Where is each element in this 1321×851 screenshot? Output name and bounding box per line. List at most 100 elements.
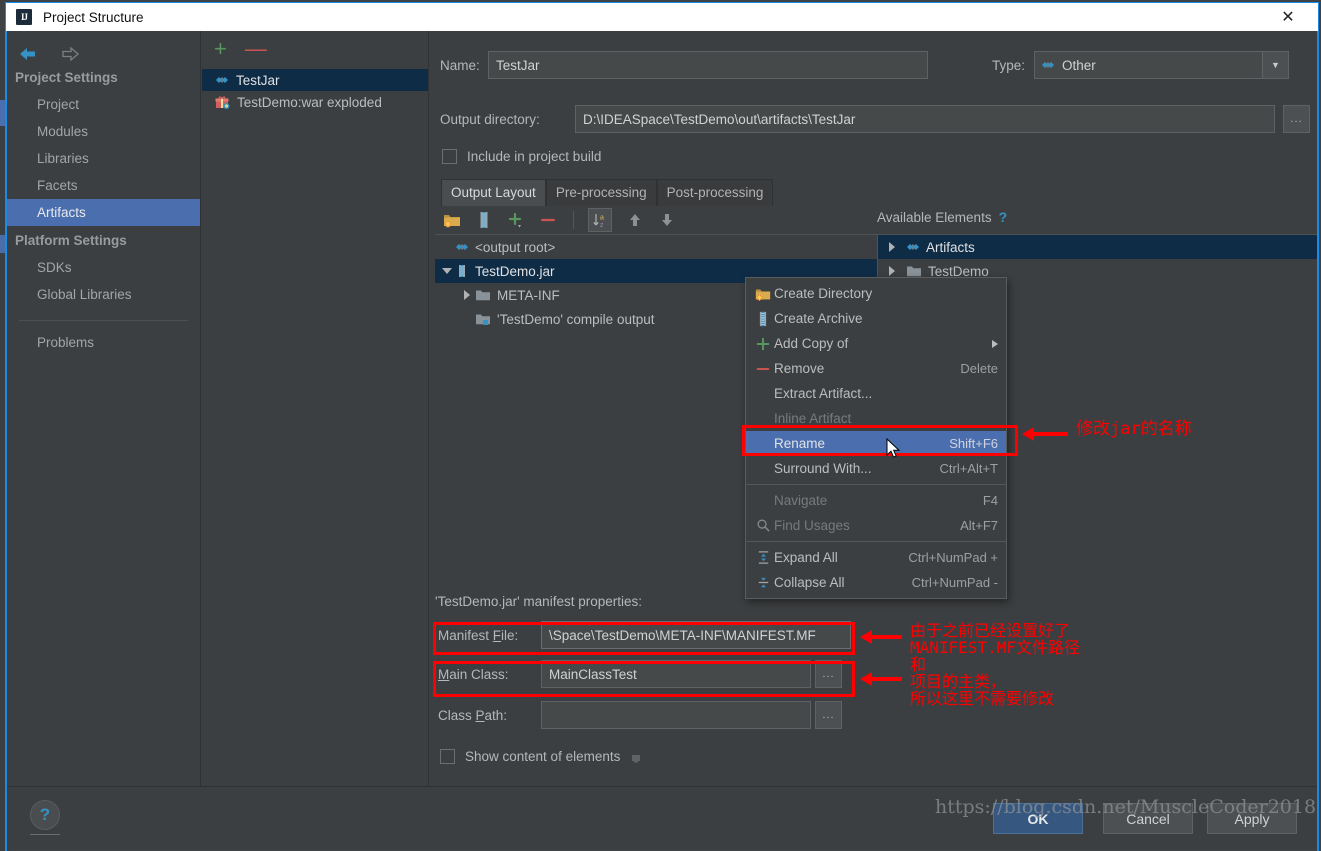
- sidebar-group-project-settings: Project Settings: [7, 63, 200, 91]
- sidebar-item-modules[interactable]: Modules: [7, 118, 200, 145]
- sort-az-icon[interactable]: a z: [588, 208, 612, 232]
- forward-arrow-icon[interactable]: [58, 45, 82, 63]
- sidebar-item-project[interactable]: Project: [7, 91, 200, 118]
- menu-item-label: Find Usages: [774, 518, 948, 533]
- available-elements-header: Available Elements ?: [877, 209, 1007, 225]
- menu-item-shortcut: Ctrl+Alt+T: [939, 461, 998, 476]
- type-select[interactable]: Other ▼: [1034, 51, 1289, 79]
- tab-output-layout[interactable]: Output Layout: [441, 179, 546, 206]
- menu-item-surround-with[interactable]: Surround With... Ctrl+Alt+T: [746, 456, 1006, 481]
- svg-text:a: a: [600, 215, 604, 222]
- close-icon[interactable]: ✕: [1266, 3, 1310, 31]
- context-menu: Create Directory Create Archive Add Copy…: [745, 277, 1007, 599]
- watermark: https://blog.csdn.net/MuscleCoder2018: [935, 796, 1316, 818]
- output-directory-input[interactable]: D:\IDEASpace\TestDemo\out\artifacts\Test…: [575, 105, 1275, 133]
- class-path-input[interactable]: [541, 701, 811, 729]
- compile-output-icon: [475, 312, 491, 326]
- tree-node-label: META-INF: [497, 288, 560, 303]
- type-row: Type: Other ▼: [992, 51, 1289, 79]
- nav-history-buttons: [7, 31, 200, 63]
- type-select-value-wrap: Other: [1035, 58, 1262, 73]
- name-row: Name: TestJar: [440, 51, 928, 79]
- name-label: Name:: [440, 58, 488, 73]
- menu-item-label: Remove: [774, 361, 948, 376]
- artifact-diamond-icon: [215, 73, 229, 87]
- sidebar-item-global-libraries[interactable]: Global Libraries: [7, 281, 200, 308]
- menu-item-remove[interactable]: Remove Delete: [746, 356, 1006, 381]
- list-item[interactable]: TestJar: [202, 69, 428, 91]
- main-class-row: Main Class: MainClassTest ...: [438, 660, 842, 688]
- folder-icon: [906, 264, 922, 278]
- menu-item-label: Create Directory: [774, 286, 998, 301]
- tree-twisty-expanded[interactable]: [439, 268, 455, 274]
- add-copy-icon[interactable]: [507, 211, 525, 229]
- sidebar-item-libraries[interactable]: Libraries: [7, 145, 200, 172]
- editor-tabs: Output Layout Pre-processing Post-proces…: [441, 179, 773, 206]
- move-up-icon[interactable]: [626, 211, 644, 229]
- menu-item-rename[interactable]: Rename Shift+F6: [746, 431, 1006, 456]
- class-path-label: Class Path:: [438, 708, 541, 723]
- main-class-browse-button[interactable]: ...: [815, 660, 842, 688]
- create-directory-icon: [752, 286, 774, 302]
- remove-artifact-button[interactable]: —: [245, 42, 267, 56]
- remove-icon[interactable]: [539, 211, 557, 229]
- annotation-text-rename: 修改jar的名称: [1076, 420, 1192, 438]
- manifest-file-row: Manifest File: \Space\TestDemo\META-INF\…: [438, 621, 851, 649]
- create-directory-icon[interactable]: [443, 211, 461, 229]
- tree-twisty-collapsed[interactable]: [884, 266, 900, 276]
- sidebar-item-artifacts[interactable]: Artifacts: [7, 199, 200, 226]
- artifact-diamond-icon: [455, 240, 469, 254]
- menu-item-create-archive[interactable]: Create Archive: [746, 306, 1006, 331]
- question-mark-icon[interactable]: ?: [999, 209, 1008, 225]
- menu-item-expand-all[interactable]: Expand All Ctrl+NumPad +: [746, 545, 1006, 570]
- list-item[interactable]: TestDemo:war exploded: [202, 91, 428, 113]
- add-artifact-button[interactable]: +: [214, 42, 227, 56]
- toolbar-divider: [573, 211, 574, 229]
- name-input[interactable]: TestJar: [488, 51, 928, 79]
- sidebar-item-sdks[interactable]: SDKs: [7, 254, 200, 281]
- create-archive-icon: [752, 311, 774, 327]
- include-in-build-checkbox[interactable]: [442, 149, 457, 164]
- tree-node-label: <output root>: [475, 240, 555, 255]
- tree-node[interactable]: Artifacts: [878, 235, 1317, 259]
- find-usages-icon: [752, 518, 774, 533]
- artifacts-list-toolbar: + —: [202, 31, 428, 56]
- output-directory-browse-button[interactable]: ...: [1283, 105, 1310, 133]
- tree-node-label: 'TestDemo' compile output: [497, 312, 654, 327]
- sidebar-item-problems[interactable]: Problems: [7, 321, 200, 356]
- menu-item-collapse-all[interactable]: Collapse All Ctrl+NumPad -: [746, 570, 1006, 595]
- menu-item-extract-artifact[interactable]: Extract Artifact...: [746, 381, 1006, 406]
- create-archive-icon[interactable]: [475, 211, 493, 229]
- sidebar-item-facets[interactable]: Facets: [7, 172, 200, 199]
- main-class-input[interactable]: MainClassTest: [541, 660, 811, 688]
- svg-text:z: z: [600, 222, 604, 228]
- manifest-file-input[interactable]: \Space\TestDemo\META-INF\MANIFEST.MF: [541, 621, 851, 649]
- move-down-icon[interactable]: [658, 211, 676, 229]
- window-title: Project Structure: [43, 10, 144, 25]
- menu-item-create-directory[interactable]: Create Directory: [746, 281, 1006, 306]
- menu-item-shortcut: Shift+F6: [949, 436, 998, 451]
- window-border-right: [1317, 31, 1319, 851]
- manifest-properties-header: 'TestDemo.jar' manifest properties:: [435, 594, 642, 609]
- menu-item-label: Collapse All: [774, 575, 900, 590]
- tree-node[interactable]: <output root>: [435, 235, 877, 259]
- main-class-label: Main Class:: [438, 667, 541, 682]
- chevron-down-icon[interactable]: ▼: [1262, 52, 1288, 78]
- include-in-build-row: Include in project build: [442, 149, 601, 164]
- sidebar-group-platform-settings: Platform Settings: [7, 226, 200, 254]
- show-content-hint-icon: [630, 751, 642, 763]
- tab-pre-processing[interactable]: Pre-processing: [546, 179, 657, 206]
- folder-icon: [475, 288, 491, 302]
- menu-item-add-copy-of[interactable]: Add Copy of: [746, 331, 1006, 356]
- available-elements-label: Available Elements: [877, 210, 992, 225]
- tree-twisty-collapsed[interactable]: [459, 290, 475, 300]
- type-select-value: Other: [1062, 58, 1096, 73]
- tree-twisty-collapsed[interactable]: [884, 242, 900, 252]
- class-path-browse-button[interactable]: ...: [815, 701, 842, 729]
- tab-post-processing[interactable]: Post-processing: [657, 179, 774, 206]
- show-content-checkbox[interactable]: [440, 749, 455, 764]
- menu-item-label: Add Copy of: [774, 336, 984, 351]
- back-arrow-icon[interactable]: [16, 45, 40, 63]
- help-button[interactable]: ?: [30, 800, 60, 830]
- war-gift-icon: [215, 95, 230, 109]
